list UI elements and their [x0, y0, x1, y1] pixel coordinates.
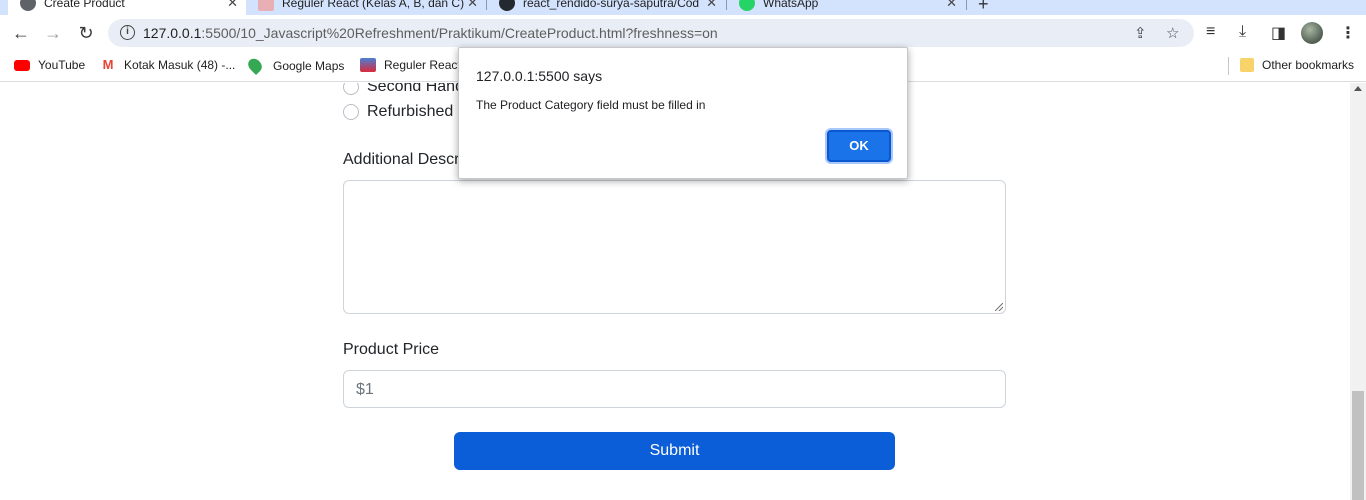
- url-host: 127.0.0.1: [143, 25, 202, 41]
- bookmark-youtube[interactable]: YouTube: [14, 58, 85, 72]
- bookmark-google-maps[interactable]: Google Maps: [245, 55, 345, 76]
- dialog-message: The Product Category field must be fille…: [476, 98, 706, 112]
- menu-kebab-icon[interactable]: ⋮: [1340, 23, 1356, 43]
- other-bookmarks[interactable]: Other bookmarks: [1240, 58, 1354, 72]
- youtube-icon: [14, 59, 30, 71]
- tab-create-product[interactable]: Create Product ✕: [8, 0, 246, 15]
- radio-label: Second Hand: [367, 83, 464, 95]
- forward-arrow-icon[interactable]: →: [42, 22, 64, 44]
- info-icon[interactable]: i: [120, 25, 135, 40]
- share-icon[interactable]: ⇪: [1134, 24, 1147, 42]
- maps-icon: [245, 55, 265, 76]
- side-panel-icon[interactable]: ◨: [1271, 23, 1286, 43]
- radio-second-hand[interactable]: Second Hand: [343, 83, 464, 96]
- resize-handle-icon[interactable]: [995, 303, 1003, 311]
- submit-button[interactable]: Submit: [454, 432, 895, 470]
- close-icon[interactable]: ✕: [467, 0, 478, 11]
- bookmark-label: Kotak Masuk (48) -...: [124, 58, 236, 72]
- url-path: :5500/10_Javascript%20Refreshment/Prakti…: [201, 25, 718, 41]
- radio-button[interactable]: [343, 83, 359, 95]
- tab-whatsapp[interactable]: WhatsApp ✕: [727, 0, 965, 15]
- scroll-up-icon[interactable]: [1354, 86, 1362, 91]
- address-bar[interactable]: i 127.0.0.1:5500/10_Javascript%20Refresh…: [108, 19, 1194, 47]
- browser-toolbar: ← → ↻ i 127.0.0.1:5500/10_Javascript%20R…: [0, 15, 1366, 51]
- reload-icon[interactable]: ↻: [75, 22, 97, 44]
- tab-reguler-react[interactable]: Reguler React (Kelas A, B, dan C) ✕: [246, 0, 486, 15]
- price-input[interactable]: $1: [343, 370, 1006, 408]
- globe-icon: [20, 0, 36, 11]
- bookmark-label: Google Maps: [273, 58, 345, 73]
- price-label: Product Price: [343, 341, 440, 358]
- github-icon: [499, 0, 515, 11]
- radio-label: Refurbished: [367, 103, 454, 120]
- close-icon[interactable]: ✕: [946, 0, 957, 11]
- tab-title: Reguler React (Kelas A, B, dan C): [282, 0, 465, 10]
- bookmark-label: Other bookmarks: [1262, 58, 1355, 72]
- close-icon[interactable]: ✕: [227, 0, 238, 11]
- media-queue-icon[interactable]: ≡: [1206, 23, 1215, 41]
- new-tab-icon[interactable]: +: [978, 0, 989, 15]
- alert-dialog: 127.0.0.1:5500 says The Product Category…: [458, 47, 908, 179]
- bookmark-label: YouTube: [38, 58, 86, 72]
- bookmark-label: Reguler React: [384, 58, 461, 72]
- tab-title: react_rendido-surya-saputra/Cod: [523, 0, 700, 10]
- ok-button[interactable]: OK: [827, 130, 891, 162]
- folder-icon: [1240, 58, 1254, 72]
- tab-github[interactable]: react_rendido-surya-saputra/Cod ✕: [487, 0, 725, 15]
- gmail-icon: M: [102, 57, 114, 72]
- radio-refurbished[interactable]: Refurbished: [343, 103, 453, 121]
- tab-title: WhatsApp: [763, 0, 819, 10]
- page-scrollbar[interactable]: [1350, 83, 1366, 500]
- dialog-title: 127.0.0.1:5500 says: [476, 68, 603, 84]
- download-icon[interactable]: ⤓: [1239, 23, 1246, 41]
- close-icon[interactable]: ✕: [706, 0, 717, 11]
- scroll-thumb[interactable]: [1352, 391, 1364, 500]
- profile-avatar[interactable]: [1301, 22, 1323, 44]
- radio-button[interactable]: [343, 104, 359, 120]
- tab-title: Create Product: [44, 0, 125, 10]
- description-textarea[interactable]: [343, 180, 1006, 314]
- whatsapp-icon: [739, 0, 755, 11]
- bookmark-site-icon: [258, 0, 274, 11]
- star-icon[interactable]: ☆: [1166, 24, 1179, 42]
- url-text[interactable]: 127.0.0.1:5500/10_Javascript%20Refreshme…: [143, 25, 718, 41]
- bookmark-gmail[interactable]: M Kotak Masuk (48) -...: [100, 57, 236, 73]
- bookmark-reguler-react[interactable]: Reguler React: [360, 58, 461, 72]
- tab-strip: Create Product ✕ Reguler React (Kelas A,…: [0, 0, 1366, 15]
- bookmark-site-icon: [360, 58, 376, 72]
- back-arrow-icon[interactable]: ←: [10, 22, 32, 44]
